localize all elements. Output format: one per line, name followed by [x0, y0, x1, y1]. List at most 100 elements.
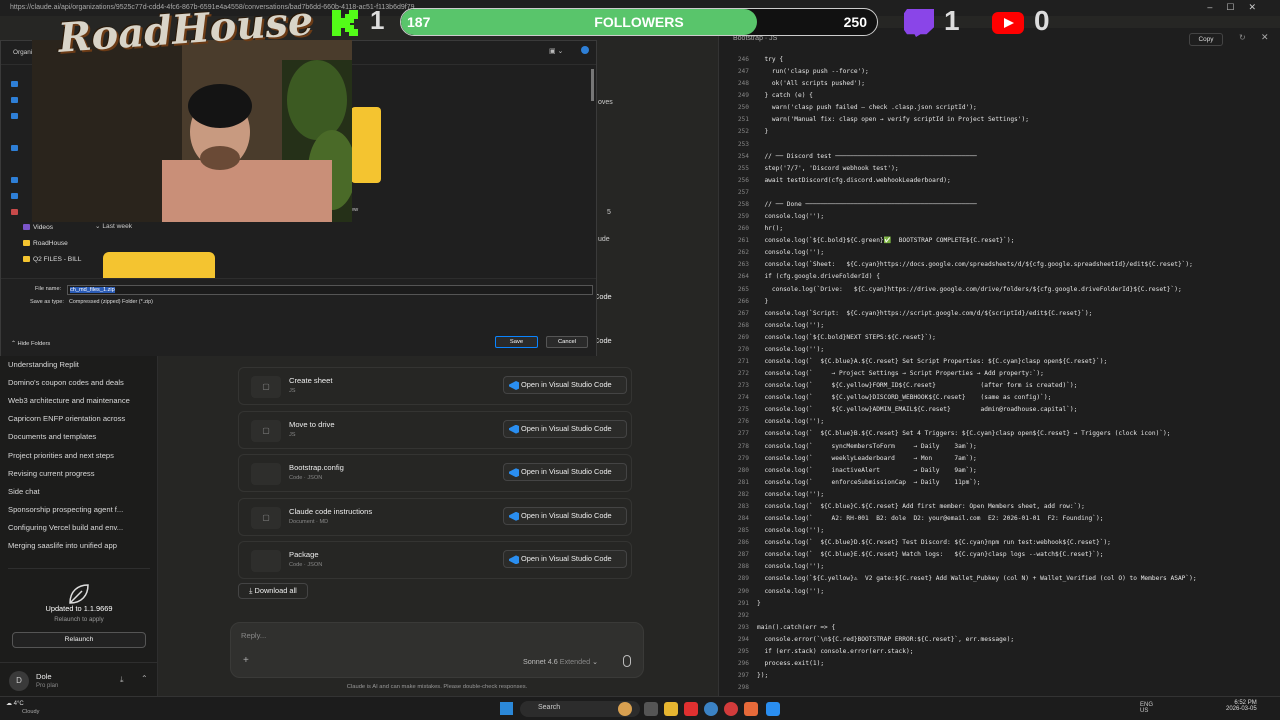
dialog-file-fields: File name: ch_md_files_1.zip Save as typ…	[1, 278, 596, 356]
hide-folders-toggle[interactable]: ⌃ Hide Folders	[11, 341, 50, 347]
line-text: console.log(` ${C.yellow}DISCORD_WEBHOOK…	[757, 394, 1052, 402]
open-in-vscode-button[interactable]: Open in Visual Studio Code	[503, 463, 627, 482]
line-number: 251	[737, 116, 749, 124]
reply-box[interactable]: Reply... + Sonnet 4.6 Extended ⌄	[230, 622, 644, 678]
relaunch-button[interactable]: Relaunch	[12, 632, 146, 648]
save-type-select[interactable]: Compressed (zipped) Folder (*.zip)	[67, 298, 593, 306]
code-line: 270 console.log('');	[719, 344, 1279, 356]
chat-list-item[interactable]: Side chat	[8, 487, 153, 496]
code-line: 276 console.log('');	[719, 416, 1279, 428]
save-button[interactable]: Save	[495, 336, 538, 348]
chat-list-item[interactable]: Understanding Replit	[8, 360, 153, 369]
tree-item-roadhouse[interactable]: RoadHouse	[23, 240, 68, 247]
line-number: 258	[737, 200, 749, 208]
code-line: 268 console.log('');	[719, 320, 1279, 332]
code-line: 284 console.log(` A2: RH-001 B2: dole D2…	[719, 513, 1279, 525]
help-icon[interactable]	[581, 46, 589, 54]
nav-drive-icon[interactable]	[11, 209, 18, 215]
nav-folder-icon[interactable]	[11, 81, 18, 87]
download-all-button[interactable]: ⤓ Download all	[238, 583, 308, 599]
chat-list-item[interactable]: Documents and templates	[8, 432, 153, 441]
line-text: console.log(` weeklyLeaderboard → Mon 7a…	[757, 454, 977, 462]
chat-list-item[interactable]: Web3 architecture and maintenance	[8, 396, 153, 405]
line-number: 259	[737, 213, 749, 221]
conversation-area: Code Code ▢ Create sheet JS Open in Visual …	[158, 292, 716, 696]
tree-item-videos[interactable]: Videos	[23, 224, 53, 231]
file-explorer-icon[interactable]	[664, 702, 678, 716]
youtube-count: 0	[1034, 5, 1050, 36]
nav-folder-icon[interactable]	[11, 97, 18, 103]
model-selector[interactable]: Sonnet 4.6 Extended ⌄	[523, 657, 598, 666]
clock[interactable]: 6:52 PM 2026-03-05	[1226, 700, 1257, 712]
tree-item-q2-files[interactable]: Q2 FILES - BILL	[23, 256, 81, 263]
avatar[interactable]: D	[9, 671, 29, 691]
task-view-icon[interactable]	[644, 702, 658, 716]
chat-list-item[interactable]: Project priorities and next steps	[8, 451, 153, 460]
tree-label: RoadHouse	[33, 240, 68, 247]
line-text: main().catch(err => {	[757, 623, 836, 631]
chevron-icon[interactable]: ⌃	[141, 674, 148, 683]
code-line: 272 console.log(` → Project Settings → S…	[719, 368, 1279, 380]
copy-button[interactable]: Copy	[1189, 33, 1223, 46]
chat-list-item[interactable]: Capricorn ENFP orientation across	[8, 414, 153, 423]
line-text: console.log('');	[757, 213, 825, 221]
nav-folder-icon[interactable]	[11, 177, 18, 183]
file-row[interactable]: ▢ Claude code instructions Document · MD Op…	[238, 497, 632, 536]
microphone-icon[interactable]	[623, 655, 631, 667]
line-number: 260	[737, 225, 749, 233]
open-in-vscode-button[interactable]: Open in Visual Studio Code	[503, 550, 627, 569]
reply-input[interactable]: Reply...	[241, 631, 266, 640]
line-text: console.log(` ${C.blue}C.${C.reset} Add …	[757, 502, 1085, 510]
nav-folder-icon[interactable]	[11, 193, 18, 199]
close-icon[interactable]: ✕	[1261, 32, 1269, 43]
chat-list-item[interactable]: Merging saaslife into unified app	[8, 541, 153, 550]
claude-icon[interactable]	[744, 702, 758, 716]
nav-folder-icon[interactable]	[11, 113, 18, 119]
code-line: 279 console.log(` weeklyLeaderboard → Mo…	[719, 453, 1279, 465]
file-row[interactable]: Package Code · JSON Open in Visual Studio …	[238, 541, 632, 580]
cancel-button[interactable]: Cancel	[546, 336, 588, 348]
code-line: 250 warn('clasp push failed — check .cla…	[719, 102, 1279, 114]
stream-counters: 1 187 FOLLOWERS 250 1 0	[330, 5, 1050, 37]
code-artifact-panel: Bootstrap · JS Copy ↻ ✕ 246 try {247 run…	[718, 28, 1280, 696]
file-meta: JS	[289, 431, 296, 438]
file-name-input[interactable]: ch_md_files_1.zip	[67, 285, 593, 295]
refresh-icon[interactable]: ↻	[1239, 33, 1246, 42]
file-row[interactable]: ▢ Create sheet JS Open in Visual Studio Cod…	[238, 367, 632, 405]
line-text: console.log(` ${C.blue}D.${C.reset} Test…	[757, 539, 1111, 547]
videos-icon	[23, 224, 30, 231]
file-row[interactable]: Bootstrap.config Code · JSON Open in Visua…	[238, 454, 632, 493]
chat-list-item[interactable]: Configuring Vercel build and env...	[8, 523, 153, 532]
nav-folder-icon[interactable]	[11, 145, 18, 151]
folder-thumbnail[interactable]	[351, 107, 381, 183]
chat-list-item[interactable]: Sponsorship prospecting agent f...	[8, 505, 153, 514]
view-options-icon[interactable]: ▣ ⌄	[549, 47, 563, 55]
chat-list-item[interactable]: Domino's coupon codes and deals	[8, 378, 153, 387]
app-icon[interactable]	[684, 702, 698, 716]
app-icon[interactable]	[724, 702, 738, 716]
chat-list-item[interactable]: Revising current progress	[8, 469, 153, 478]
download-icon[interactable]: ⤓	[120, 675, 124, 685]
plus-icon[interactable]: +	[243, 655, 249, 666]
open-in-vscode-button[interactable]: Open in Visual Studio Code	[503, 419, 627, 438]
line-number: 256	[737, 176, 749, 184]
chrome-icon[interactable]	[704, 702, 718, 716]
open-in-vscode-button[interactable]: Open in Visual Studio Code	[503, 506, 627, 525]
code-line: 294 console.error(`\n${C.red}BOOTSTRAP E…	[719, 634, 1279, 646]
file-name: Claude code instructions	[289, 506, 373, 516]
vscode-icon[interactable]	[766, 702, 780, 716]
organize-menu[interactable]: Organi	[13, 49, 32, 56]
windows-start-icon[interactable]	[500, 702, 513, 715]
line-number: 295	[737, 647, 749, 655]
line-number: 294	[737, 635, 749, 643]
weather-widget[interactable]: ☁ 4°C	[6, 700, 24, 707]
dialog-scrollbar[interactable]	[591, 69, 594, 101]
file-row[interactable]: ▢ Move to drive JS Open in Visual Studio Co…	[238, 410, 632, 449]
window-controls[interactable]: –☐✕	[1207, 2, 1270, 13]
code-line: 289 console.log(`${C.yellow}⚠ V2 gate:${…	[719, 573, 1279, 585]
open-in-vscode-button[interactable]: Open in Visual Studio Code	[503, 376, 627, 394]
system-tray[interactable]: ENG US	[1140, 702, 1153, 714]
folder-thumbnail[interactable]	[103, 252, 215, 278]
user-profile[interactable]: D Dole Pro plan ⤓ ⌃	[0, 662, 158, 696]
line-number: 293	[737, 623, 749, 631]
